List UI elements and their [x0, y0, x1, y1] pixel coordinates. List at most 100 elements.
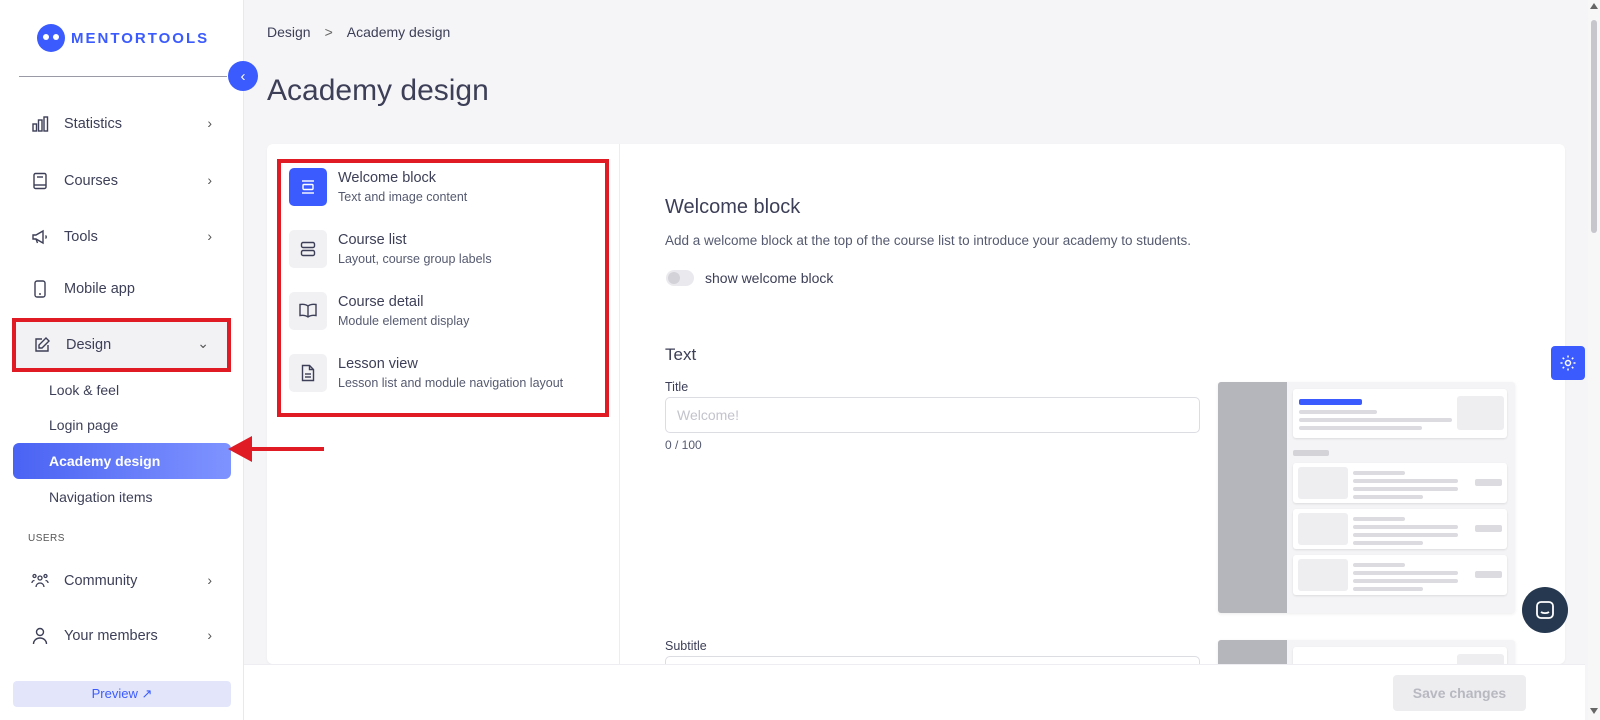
preview-text-bar — [1353, 563, 1405, 567]
save-changes-button[interactable]: Save changes — [1393, 675, 1526, 711]
menu-item-subtitle: Text and image content — [338, 190, 468, 204]
preview-welcome-card — [1293, 389, 1507, 438]
sidebar: MENTORTOOLS Statistics › Courses › Tools… — [0, 0, 244, 720]
divider — [19, 76, 227, 77]
sidebar-item-label: Design — [66, 337, 112, 353]
preview-text-bar — [1353, 479, 1458, 483]
preview-thumbnail — [1298, 467, 1348, 499]
annotation-arrow-head — [228, 436, 252, 462]
sidebar-item-design[interactable]: Design ⌄ — [12, 318, 231, 372]
logo[interactable]: MENTORTOOLS — [37, 24, 209, 52]
show-welcome-block-toggle[interactable] — [666, 270, 694, 286]
chevron-left-icon: ‹ — [240, 67, 246, 85]
preview-text-bar — [1353, 541, 1423, 545]
sidebar-subitem-login-page[interactable]: Login page — [49, 417, 118, 433]
preview-text-bar — [1353, 517, 1405, 521]
section-title: Welcome block — [665, 196, 801, 218]
chat-fab-button[interactable] — [1522, 587, 1568, 633]
document-icon — [289, 354, 327, 392]
page-title: Academy design — [267, 74, 489, 107]
preview-text-bar — [1475, 525, 1502, 532]
pane-divider — [619, 144, 620, 664]
scroll-down-arrow-icon[interactable] — [1590, 708, 1598, 714]
sidebar-item-label: Your members — [64, 628, 158, 644]
sidebar-item-courses[interactable]: Courses › — [14, 161, 230, 201]
menu-item-welcome-block[interactable]: Welcome block Text and image content — [289, 168, 467, 206]
bar-chart-icon — [30, 114, 50, 134]
open-book-icon — [289, 292, 327, 330]
preview-text-bar — [1353, 487, 1458, 491]
preview-text-bar — [1353, 533, 1458, 537]
smartphone-icon — [30, 279, 50, 299]
chevron-right-icon: › — [207, 228, 212, 244]
chevron-down-icon: ⌄ — [197, 335, 209, 351]
preview-button[interactable]: Preview ↗ — [13, 681, 231, 707]
breadcrumb-parent[interactable]: Design — [267, 24, 311, 40]
welcome-block-preview-image — [1218, 382, 1515, 613]
rows-icon — [289, 230, 327, 268]
menu-item-title: Lesson view — [338, 356, 418, 372]
chevron-right-icon: › — [207, 172, 212, 188]
preview-thumbnail — [1298, 513, 1348, 545]
preview-text-bar — [1299, 410, 1377, 414]
logo-text: MENTORTOOLS — [71, 29, 210, 47]
preview-text-bar — [1353, 579, 1458, 583]
preview-text-bar — [1353, 471, 1405, 475]
menu-item-lesson-view[interactable]: Lesson view Lesson list and module navig… — [289, 354, 563, 392]
breadcrumb-separator: > — [324, 24, 333, 40]
align-center-icon — [289, 168, 327, 206]
preview-text-bar — [1299, 426, 1422, 430]
preview-thumbnail — [1298, 559, 1348, 591]
preview-course-card — [1293, 555, 1507, 595]
sidebar-item-label: Courses — [64, 173, 118, 189]
menu-item-title: Course list — [338, 232, 407, 248]
chevron-right-icon: › — [207, 627, 212, 643]
text-section-heading: Text — [665, 345, 697, 364]
sidebar-subitem-academy-design[interactable]: Academy design — [13, 443, 231, 479]
menu-item-course-detail[interactable]: Course detail Module element display — [289, 292, 469, 330]
title-input[interactable] — [665, 397, 1200, 433]
sidebar-subitem-look-and-feel[interactable]: Look & feel — [49, 382, 119, 398]
menu-item-title: Welcome block — [338, 170, 437, 186]
sidebar-item-tools[interactable]: Tools › — [14, 217, 230, 257]
settings-fab-button[interactable] — [1551, 346, 1585, 380]
preview-text-bar — [1353, 571, 1458, 575]
people-icon — [30, 571, 50, 591]
scroll-thumb[interactable] — [1591, 20, 1597, 233]
sidebar-item-your-members[interactable]: Your members › — [14, 616, 230, 656]
preview-text-bar — [1475, 479, 1502, 486]
chevron-right-icon: › — [207, 572, 212, 588]
annotation-arrow-line — [248, 447, 324, 451]
preview-text-bar — [1299, 418, 1452, 422]
megaphone-icon — [30, 227, 50, 247]
sidebar-subitem-navigation-items[interactable]: Navigation items — [49, 489, 153, 505]
sidebar-item-statistics[interactable]: Statistics › — [14, 104, 230, 144]
subtitle-field-label: Subtitle — [665, 639, 707, 653]
menu-item-course-list[interactable]: Course list Layout, course group labels — [289, 230, 492, 268]
breadcrumb: Design > Academy design — [267, 24, 450, 40]
sidebar-item-mobile-app[interactable]: Mobile app — [14, 269, 230, 309]
pencil-icon — [32, 335, 52, 355]
page-scrollbar[interactable] — [1588, 0, 1600, 720]
preview-group-label — [1293, 450, 1329, 456]
preview-text-bar — [1475, 571, 1502, 578]
person-icon — [30, 626, 50, 646]
menu-item-subtitle: Lesson list and module navigation layout — [338, 376, 564, 390]
section-description: Add a welcome block at the top of the co… — [665, 233, 1192, 248]
preview-text-bar — [1353, 587, 1423, 591]
footer-bar — [244, 664, 1585, 720]
sidebar-item-community[interactable]: Community › — [14, 561, 230, 601]
preview-text-bar — [1353, 495, 1423, 499]
collapse-sidebar-button[interactable]: ‹ — [228, 61, 258, 91]
logo-mark-icon — [37, 24, 65, 52]
scroll-up-arrow-icon[interactable] — [1590, 3, 1598, 9]
sidebar-subitem-label: Academy design — [49, 453, 161, 469]
toggle-label: show welcome block — [705, 270, 834, 286]
preview-title-bar — [1299, 399, 1362, 405]
preview-course-card — [1293, 463, 1507, 503]
preview-thumbnail — [1457, 396, 1504, 430]
gear-icon — [1560, 355, 1576, 371]
section-label-users: USERS — [28, 533, 65, 544]
book-icon — [30, 171, 50, 191]
preview-sidebar — [1218, 382, 1287, 613]
